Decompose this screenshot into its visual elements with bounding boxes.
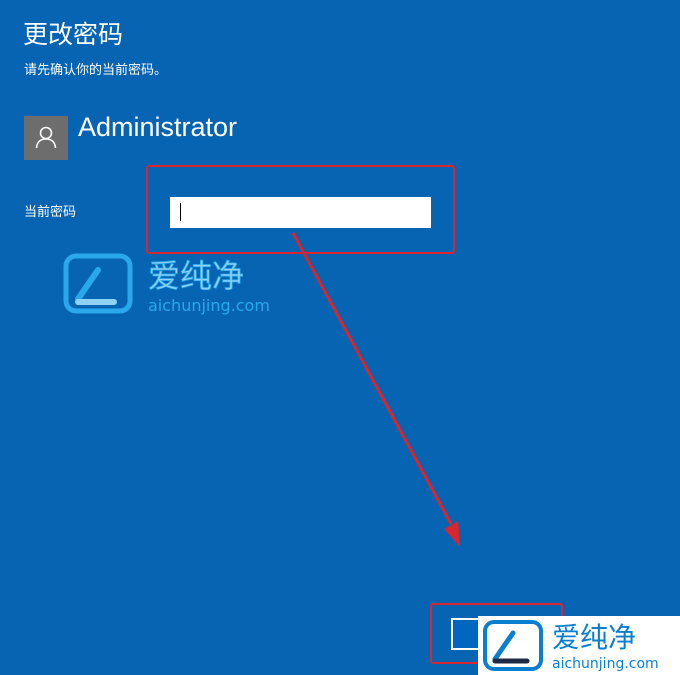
watermark-logo-icon [63, 253, 133, 314]
annotation-arrow [291, 232, 460, 547]
watermark-domain-2: aichunjing.com [552, 656, 659, 672]
watermark-logo-icon-2 [483, 620, 543, 671]
watermark-panel: 爱纯净 aichunjing.com [478, 616, 680, 675]
watermark-text-2: 爱纯净 aichunjing.com [552, 621, 659, 672]
watermark-text: 爱纯净 aichunjing.com [148, 257, 270, 315]
watermark-brand: 爱纯净 [148, 257, 244, 295]
watermark: 爱纯净 aichunjing.com [62, 253, 302, 318]
watermark-domain: aichunjing.com [148, 296, 270, 315]
watermark-brand-2: 爱纯净 [552, 621, 636, 654]
